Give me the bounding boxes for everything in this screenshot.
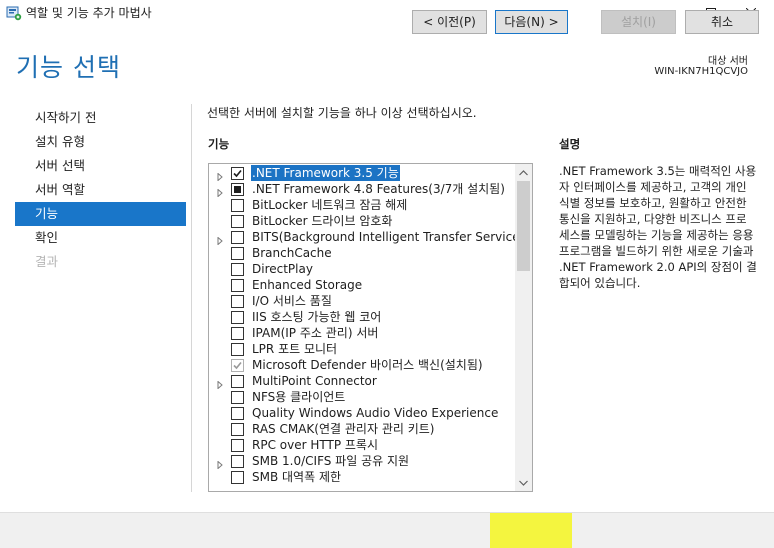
window-title: 역할 및 기능 추가 마법사 xyxy=(26,6,152,20)
nav-item-server-roles[interactable]: 서버 역할 xyxy=(15,178,186,202)
target-server-name: WIN-IKN7H1QCVJO xyxy=(654,66,748,77)
feature-checkbox[interactable] xyxy=(231,423,244,436)
feature-label: BITS(Background Intelligent Transfer Ser… xyxy=(252,230,525,244)
feature-label: I/O 서비스 품질 xyxy=(252,294,332,308)
expand-arrow-icon[interactable] xyxy=(216,169,224,182)
feature-checkbox[interactable] xyxy=(231,391,244,404)
feature-row[interactable]: IPAM(IP 주소 관리) 서버 xyxy=(209,325,517,341)
target-server-label: 대상 서버 xyxy=(708,56,748,67)
feature-row[interactable]: NFS용 클라이언트 xyxy=(209,389,517,405)
feature-label: Quality Windows Audio Video Experience xyxy=(252,406,499,420)
feature-label: RPC over HTTP 프록시 xyxy=(252,438,378,452)
feature-label: IIS 호스팅 가능한 웹 코어 xyxy=(252,310,382,324)
nav-item-results: 결과 xyxy=(35,254,59,269)
feature-checkbox[interactable] xyxy=(231,183,244,196)
feature-checkbox[interactable] xyxy=(231,343,244,356)
feature-row[interactable]: RPC over HTTP 프록시 xyxy=(209,437,517,453)
scroll-thumb[interactable] xyxy=(517,181,530,271)
nav-item-server-selection[interactable]: 서버 선택 xyxy=(15,154,186,178)
nav-item-features[interactable]: 기능 xyxy=(15,202,186,226)
footer-bar xyxy=(0,512,774,548)
description-header: 설명 xyxy=(559,137,581,151)
feature-row[interactable]: DirectPlay xyxy=(209,261,517,277)
feature-label: DirectPlay xyxy=(252,262,313,276)
feature-row[interactable]: Microsoft Defender 바이러스 백신(설치됨) xyxy=(209,357,517,373)
feature-label: RAS CMAK(연결 관리자 관리 키트) xyxy=(252,422,435,436)
feature-checkbox[interactable] xyxy=(231,327,244,340)
feature-row[interactable]: Quality Windows Audio Video Experience xyxy=(209,405,517,421)
features-tree[interactable]: .NET Framework 3.5 기능 .NET Framework 4.8 … xyxy=(208,163,533,492)
nav-item-installation-type[interactable]: 설치 유형 xyxy=(15,130,186,154)
feature-label: Microsoft Defender 바이러스 백신(설치됨) xyxy=(252,358,483,372)
feature-label: BranchCache xyxy=(252,246,332,260)
feature-row[interactable]: SMB 1.0/CIFS 파일 공유 지원 xyxy=(209,453,517,470)
cancel-button[interactable]: 취소 xyxy=(685,10,759,34)
next-button[interactable]: 다음(N) > xyxy=(495,10,568,34)
feature-checkbox[interactable] xyxy=(231,215,244,228)
previous-button[interactable]: < 이전(P) xyxy=(412,10,487,34)
feature-label: SMB 1.0/CIFS 파일 공유 지원 xyxy=(252,454,410,468)
feature-label: LPR 포트 모니터 xyxy=(252,342,338,356)
expand-arrow-icon[interactable] xyxy=(216,185,224,198)
feature-label: NFS용 클라이언트 xyxy=(252,390,346,404)
feature-label: MultiPoint Connector xyxy=(252,374,377,388)
feature-label: .NET Framework 3.5 기능 xyxy=(251,165,400,181)
feature-row[interactable]: .NET Framework 3.5 기능 xyxy=(209,165,517,182)
feature-checkbox[interactable] xyxy=(231,295,244,308)
expand-arrow-icon[interactable] xyxy=(216,377,224,390)
highlight-marker xyxy=(490,513,572,548)
feature-checkbox xyxy=(231,359,244,372)
nav-divider xyxy=(191,104,192,492)
scroll-up-arrow-icon[interactable] xyxy=(515,164,532,181)
feature-checkbox[interactable] xyxy=(231,263,244,276)
feature-label: BitLocker 네트워크 잠금 해제 xyxy=(252,198,408,212)
feature-row[interactable]: BitLocker 네트워크 잠금 해제 xyxy=(209,197,517,213)
feature-row[interactable]: BranchCache xyxy=(209,245,517,261)
feature-row[interactable]: SMB 대역폭 제한 xyxy=(209,469,517,485)
expand-arrow-icon[interactable] xyxy=(216,457,224,470)
feature-row[interactable]: LPR 포트 모니터 xyxy=(209,341,517,357)
vertical-scrollbar[interactable] xyxy=(515,164,532,491)
feature-row[interactable]: Enhanced Storage xyxy=(209,277,517,293)
feature-label: IPAM(IP 주소 관리) 서버 xyxy=(252,326,379,340)
feature-label: SMB 대역폭 제한 xyxy=(252,470,342,484)
feature-label: BitLocker 드라이브 암호화 xyxy=(252,214,393,228)
page-title: 기능 선택 xyxy=(16,53,121,82)
feature-row[interactable]: RAS CMAK(연결 관리자 관리 키트) xyxy=(209,421,517,437)
feature-checkbox[interactable] xyxy=(231,231,244,244)
feature-checkbox[interactable] xyxy=(231,247,244,260)
nav-item-confirmation[interactable]: 확인 xyxy=(15,226,186,250)
server-manager-icon xyxy=(6,5,22,21)
install-button: 설치(I) xyxy=(601,10,676,34)
feature-checkbox[interactable] xyxy=(231,455,244,468)
scroll-down-arrow-icon[interactable] xyxy=(515,474,532,491)
feature-row[interactable]: BITS(Background Intelligent Transfer Ser… xyxy=(209,229,524,246)
features-header: 기능 xyxy=(208,137,230,151)
feature-row[interactable]: .NET Framework 4.8 Features(3/7개 설치됨) xyxy=(209,181,517,198)
features-list: .NET Framework 3.5 기능 .NET Framework 4.8 … xyxy=(209,165,524,485)
feature-row[interactable]: I/O 서비스 품질 xyxy=(209,293,517,309)
feature-description: .NET Framework 3.5는 매력적인 사용자 인터페이스를 제공하고… xyxy=(559,164,757,290)
feature-row[interactable]: IIS 호스팅 가능한 웹 코어 xyxy=(209,309,517,325)
expand-arrow-icon[interactable] xyxy=(216,233,224,246)
feature-label: Enhanced Storage xyxy=(252,278,363,292)
feature-checkbox[interactable] xyxy=(231,167,244,180)
feature-row[interactable]: MultiPoint Connector xyxy=(209,373,517,390)
wizard-nav: 시작하기 전 설치 유형 서버 선택 서버 역할 기능 확인 결과 xyxy=(15,106,186,274)
feature-checkbox[interactable] xyxy=(231,471,244,484)
nav-item-before-you-begin[interactable]: 시작하기 전 xyxy=(15,106,186,130)
feature-label: .NET Framework 4.8 Features(3/7개 설치됨) xyxy=(252,182,505,196)
feature-checkbox[interactable] xyxy=(231,199,244,212)
feature-checkbox[interactable] xyxy=(231,311,244,324)
feature-checkbox[interactable] xyxy=(231,407,244,420)
feature-row[interactable]: BitLocker 드라이브 암호화 xyxy=(209,213,517,229)
feature-checkbox[interactable] xyxy=(231,439,244,452)
feature-checkbox[interactable] xyxy=(231,375,244,388)
instruction-text: 선택한 서버에 설치할 기능을 하나 이상 선택하십시오. xyxy=(207,106,477,120)
feature-checkbox[interactable] xyxy=(231,279,244,292)
